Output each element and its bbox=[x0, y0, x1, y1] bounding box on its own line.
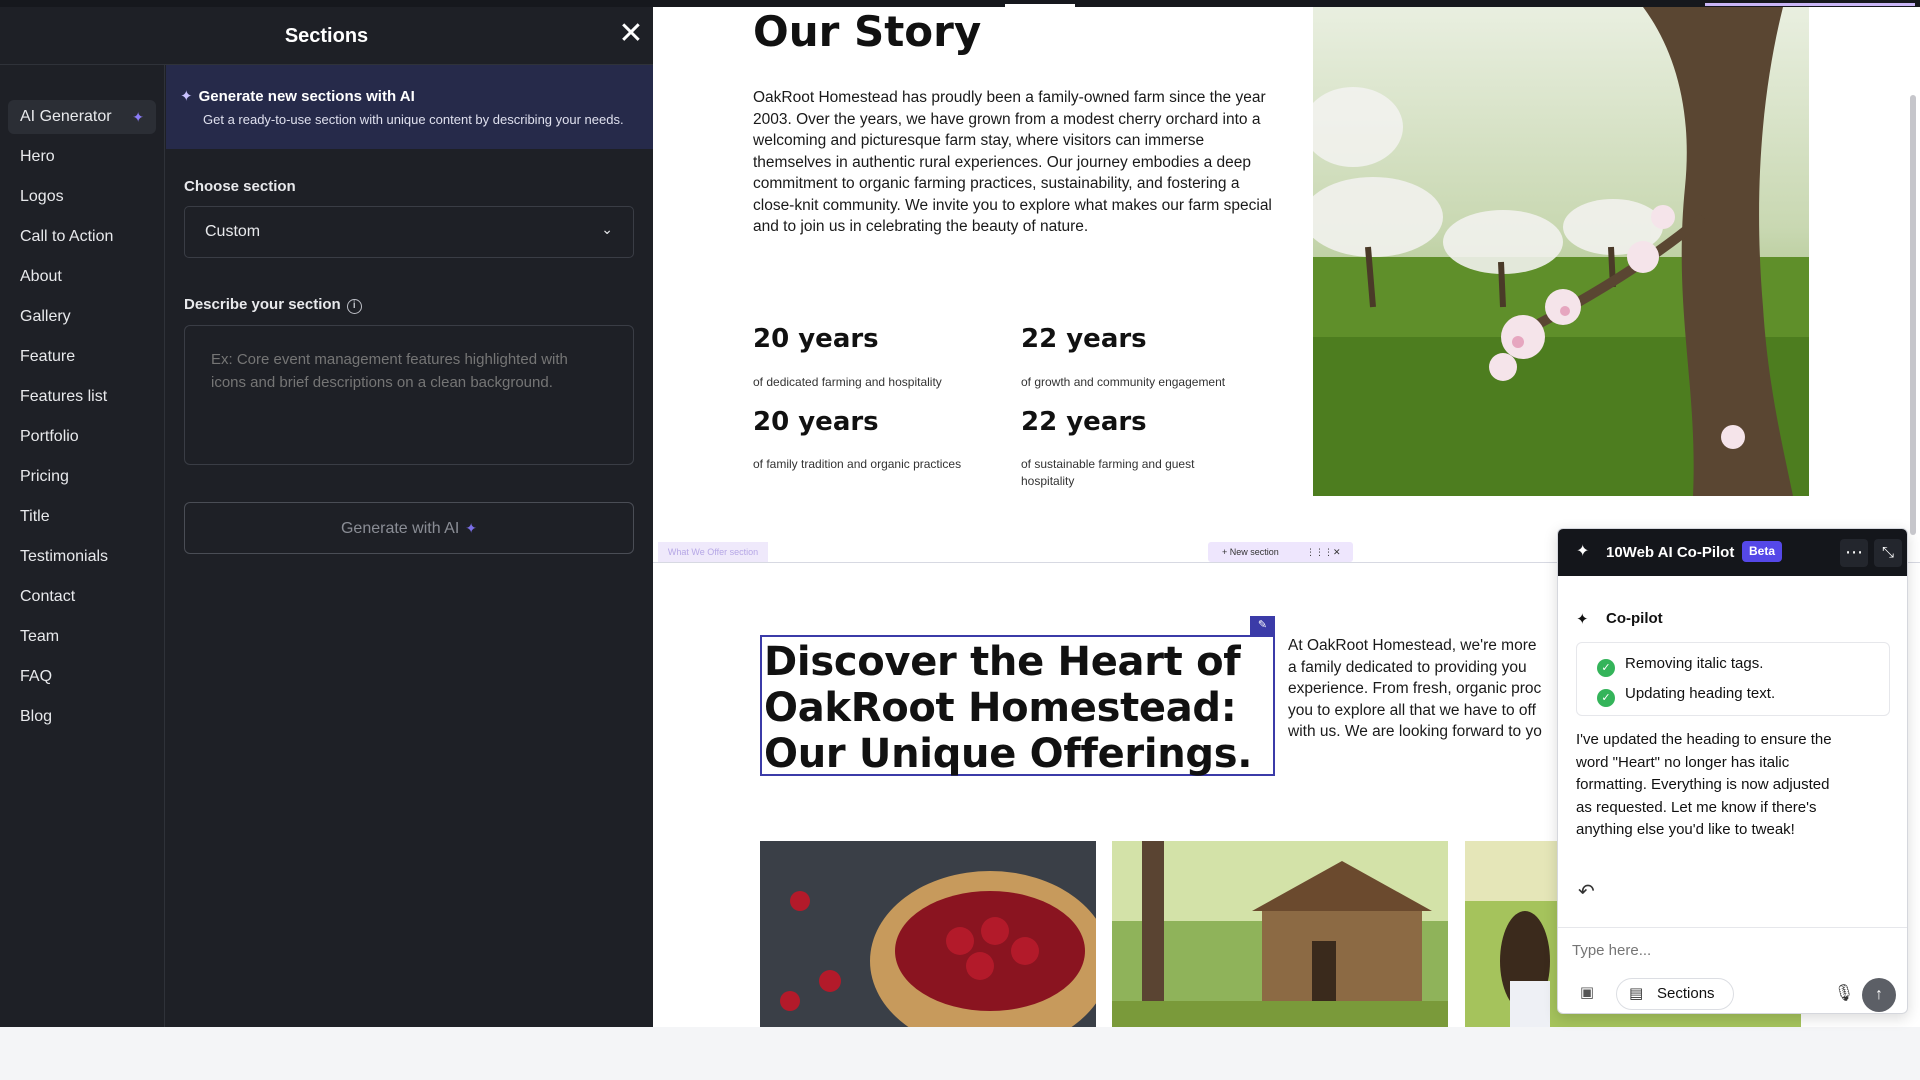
edit-icon[interactable]: ✎ bbox=[1250, 616, 1275, 635]
offer-body-line: experience. From fresh, organic proc bbox=[1288, 680, 1542, 697]
stat-desc[interactable]: of sustainable farming and guest hospita… bbox=[1021, 456, 1221, 490]
nav-item-logos[interactable]: Logos bbox=[8, 180, 156, 214]
describe-section-label: Describe your section i bbox=[184, 296, 362, 314]
sparkle-icon: ✦ bbox=[180, 88, 193, 105]
sections-nav: AI Generator ✦ Hero Logos Call to Action … bbox=[0, 65, 165, 1027]
generate-with-ai-button[interactable]: Generate with AI ✦ bbox=[184, 502, 634, 554]
chevron-down-icon: ⌄ bbox=[601, 221, 613, 237]
close-icon[interactable]: ✕ bbox=[618, 19, 644, 49]
offer-body-line: At OakRoot Homestead, we're more bbox=[1288, 637, 1537, 654]
panel-header: Sections ✕ bbox=[0, 7, 653, 65]
copilot-steps: ✓ Removing italic tags. ✓ Updating heading… bbox=[1576, 642, 1890, 716]
top-strip bbox=[0, 0, 1920, 7]
generate-label: Generate with AI bbox=[340, 520, 460, 537]
choose-section-select[interactable]: Custom ⌄ bbox=[184, 206, 634, 258]
stat-value[interactable]: 22 years bbox=[1021, 324, 1147, 354]
step-item: ✓ Removing italic tags. bbox=[1597, 655, 1763, 677]
nav-item-testimonials[interactable]: Testimonials bbox=[8, 540, 156, 574]
story-title[interactable]: Our Story bbox=[753, 7, 981, 56]
offer-body[interactable]: At OakRoot Homestead, we're more a famil… bbox=[1288, 635, 1588, 743]
collapse-icon[interactable]: ⤡ bbox=[1874, 539, 1902, 567]
sparkle-icon: ✦ bbox=[132, 109, 144, 125]
stat-value[interactable]: 20 years bbox=[753, 407, 879, 437]
nav-item-contact[interactable]: Contact bbox=[8, 580, 156, 614]
cherries-image bbox=[760, 841, 1096, 1027]
nav-item-about[interactable]: About bbox=[8, 260, 156, 294]
sections-button[interactable]: ▤ Sections bbox=[1616, 978, 1734, 1010]
cherries-photo[interactable] bbox=[760, 841, 1096, 1027]
close-icon[interactable]: ✕ bbox=[1333, 542, 1341, 562]
stat-value[interactable]: 22 years bbox=[1021, 407, 1147, 437]
nav-item-hero[interactable]: Hero bbox=[8, 140, 156, 174]
copilot-input[interactable] bbox=[1572, 942, 1872, 959]
offer-heading[interactable]: Discover the Heart of OakRoot Homestead:… bbox=[762, 637, 1277, 777]
layout-icon: ▤ bbox=[1629, 985, 1644, 1002]
stat-desc[interactable]: of family tradition and organic practice… bbox=[753, 456, 983, 473]
nav-item-title[interactable]: Title bbox=[8, 500, 156, 534]
choose-section-label: Choose section bbox=[184, 178, 296, 195]
step-text: Updating heading text. bbox=[1625, 685, 1776, 702]
nav-item-faq[interactable]: FAQ bbox=[8, 660, 156, 694]
more-icon[interactable]: ⋯ bbox=[1840, 539, 1868, 567]
story-body[interactable]: OakRoot Homestead has proudly been a fam… bbox=[753, 87, 1283, 238]
check-icon: ✓ bbox=[1597, 659, 1615, 677]
nav-item-call-to-action[interactable]: Call to Action bbox=[8, 220, 156, 254]
panel-title: Sections bbox=[284, 25, 369, 47]
image-upload-icon[interactable]: ▣ bbox=[1572, 978, 1602, 1008]
send-button[interactable]: ↑ bbox=[1862, 978, 1896, 1012]
nav-item-portfolio[interactable]: Portfolio bbox=[8, 420, 156, 454]
offer-body-line: with us. We are looking forward to yo bbox=[1288, 723, 1542, 740]
step-item: ✓ Updating heading text. bbox=[1597, 685, 1775, 707]
stat-desc[interactable]: of growth and community engagement bbox=[1021, 374, 1251, 391]
ai-banner-title-text: Generate new sections with AI bbox=[198, 88, 415, 105]
select-value: Custom bbox=[205, 223, 261, 240]
stat-desc[interactable]: of dedicated farming and hospitality bbox=[753, 374, 983, 391]
undo-icon[interactable]: ↶ bbox=[1578, 879, 1595, 904]
nav-item-pricing[interactable]: Pricing bbox=[8, 460, 156, 494]
sections-button-label: Sections bbox=[1657, 985, 1715, 1002]
selected-heading[interactable]: Discover the Heart of OakRoot Homestead:… bbox=[760, 635, 1277, 777]
scrollbar[interactable] bbox=[1910, 95, 1916, 535]
nav-item-blog[interactable]: Blog bbox=[8, 700, 156, 734]
copilot-panel: ✦ 10Web AI Co-Pilot Beta ⋯ ⤡ ✦ Co-pilot … bbox=[1557, 528, 1908, 1014]
drag-handle-icon[interactable]: ⋮⋮⋮ bbox=[1306, 542, 1333, 562]
copilot-message: I've updated the heading to ensure the w… bbox=[1576, 731, 1832, 838]
check-icon: ✓ bbox=[1597, 689, 1615, 707]
info-icon[interactable]: i bbox=[346, 299, 362, 314]
nav-item-label: AI Generator bbox=[20, 108, 112, 125]
orchard-photo[interactable] bbox=[1313, 7, 1809, 496]
offer-body-line: you to explore all that we have to off bbox=[1288, 701, 1536, 719]
nav-item-team[interactable]: Team bbox=[8, 620, 156, 654]
copilot-label: Co-pilot bbox=[1606, 610, 1663, 627]
new-section-toolbar[interactable]: + New section ⋮⋮⋮ ✕ bbox=[1208, 542, 1353, 562]
beta-badge: Beta bbox=[1742, 541, 1782, 562]
offer-body-line: a family dedicated to providing you bbox=[1288, 658, 1527, 676]
cabin-photo[interactable] bbox=[1112, 841, 1448, 1027]
sections-panel: Sections ✕ AI Generator ✦ Hero Logos Call… bbox=[0, 7, 653, 1027]
nav-item-features-list[interactable]: Features list bbox=[8, 380, 156, 414]
ai-banner-title: ✦ Generate new sections with AI bbox=[180, 87, 415, 105]
ai-banner-desc: Get a ready-to-use section with unique c… bbox=[203, 112, 624, 127]
copilot-title: 10Web AI Co-Pilot bbox=[1606, 544, 1735, 561]
cabin-image bbox=[1112, 841, 1448, 1027]
nav-item-ai-generator[interactable]: AI Generator ✦ bbox=[8, 100, 156, 134]
sparkle-icon: ✦ bbox=[1576, 543, 1590, 560]
ai-banner: ✦ Generate new sections with AI Get a rea… bbox=[166, 65, 653, 149]
copilot-header: ✦ 10Web AI Co-Pilot Beta ⋯ ⤡ bbox=[1558, 529, 1907, 576]
orchard-image bbox=[1313, 7, 1809, 496]
sparkle-icon: ✦ bbox=[465, 520, 478, 536]
nav-item-gallery[interactable]: Gallery bbox=[8, 300, 156, 334]
describe-section-input[interactable] bbox=[184, 325, 634, 465]
new-section-button[interactable]: + New section bbox=[1222, 542, 1279, 562]
microphone-icon[interactable]: 🎙 bbox=[1832, 980, 1856, 1008]
tab-indicator-2 bbox=[1705, 3, 1915, 6]
copilot-input-area: ▣ ▤ Sections 🎙 ↑ bbox=[1558, 927, 1907, 1013]
stat-value[interactable]: 20 years bbox=[753, 324, 879, 354]
section-tag[interactable]: What We Offer section bbox=[658, 542, 768, 562]
describe-label-text: Describe your section bbox=[184, 296, 341, 313]
sparkle-icon: ✦ bbox=[1576, 611, 1589, 628]
step-text: Removing italic tags. bbox=[1625, 655, 1764, 672]
nav-item-feature[interactable]: Feature bbox=[8, 340, 156, 374]
